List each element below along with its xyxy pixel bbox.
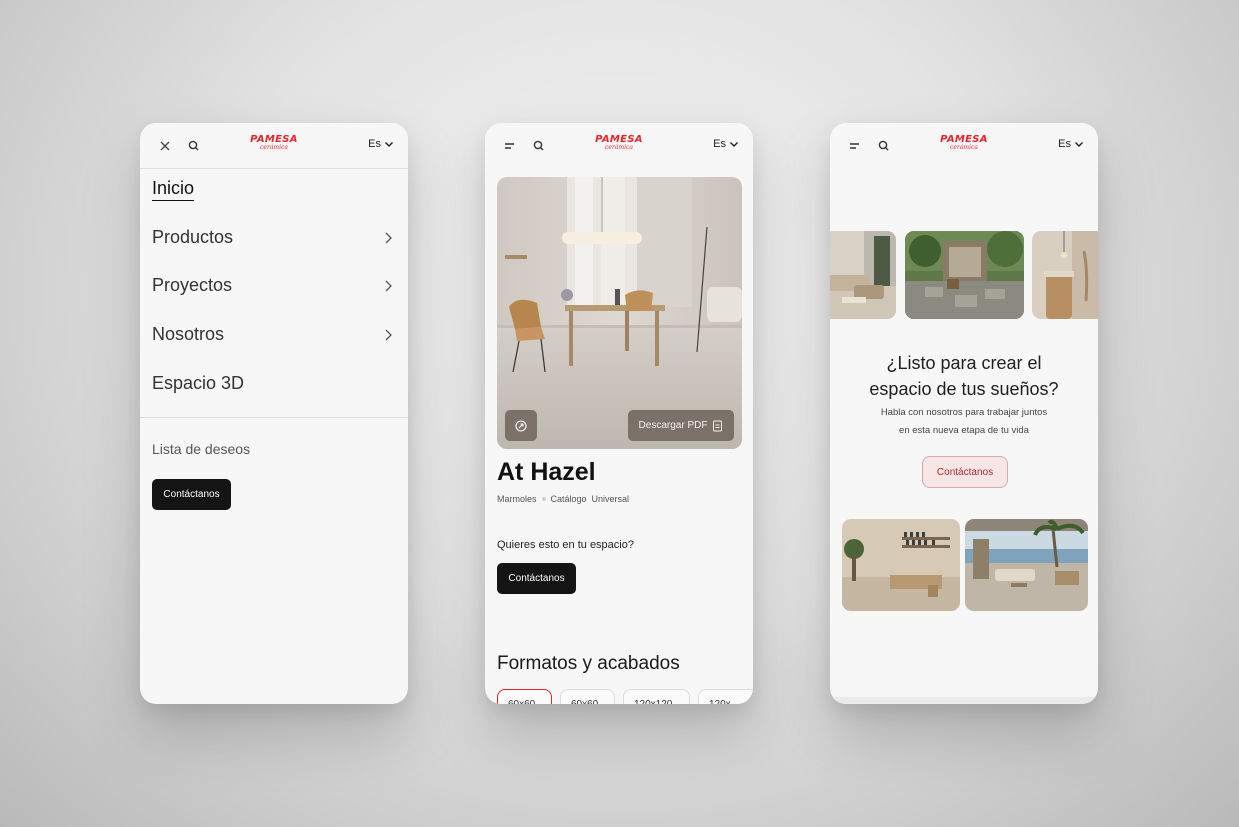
menu-item-label: Proyectos <box>152 275 233 295</box>
menu-item-proyectos[interactable]: Proyectos <box>152 275 394 296</box>
product-title: At Hazel <box>497 458 596 486</box>
chevron-down-icon <box>385 142 393 147</box>
hamburger-menu-icon[interactable] <box>846 137 864 155</box>
breadcrumb-separator <box>541 497 546 501</box>
bathroom-photo <box>1032 231 1098 319</box>
format-chip-label: 60x60 <box>508 699 535 704</box>
document-icon <box>713 420 723 431</box>
menu-item-label: Inicio <box>152 178 195 201</box>
brand-logo[interactable]: PAMESA cerámica <box>940 135 988 151</box>
format-chip[interactable]: 120x120 <box>623 689 690 704</box>
living-room-photo <box>830 231 896 319</box>
format-chip[interactable]: 120x <box>698 689 753 704</box>
menu-item-inicio[interactable]: Inicio <box>152 178 394 201</box>
phone-product-screen: PAMESA cerámica Es Descargar PDF At Haze… <box>485 123 753 704</box>
top-bar: PAMESA cerámica Es <box>830 123 1098 169</box>
language-label: Es <box>368 138 381 150</box>
search-icon[interactable] <box>185 137 203 155</box>
search-icon[interactable] <box>875 137 893 155</box>
header-divider <box>140 168 408 169</box>
wishlist-link[interactable]: Lista de deseos <box>152 441 250 457</box>
search-icon[interactable] <box>530 137 548 155</box>
product-hero-image: Descargar PDF <box>497 177 742 449</box>
contact-button[interactable]: Contáctanos <box>497 563 576 594</box>
menu-item-espacio-3d[interactable]: Espacio 3D <box>152 373 394 394</box>
logo-sub: cerámica <box>260 144 288 151</box>
logo-sub: cerámica <box>950 144 978 151</box>
cta-heading-line1: ¿Listo para crear el <box>886 353 1042 373</box>
phone-menu-screen: PAMESA cerámica Es Inicio Productos Proy… <box>140 123 408 704</box>
expand-image-button[interactable] <box>505 410 537 441</box>
phone-contact-screen: PAMESA cerámica Es ¿Listo para crear el … <box>830 123 1098 704</box>
breadcrumb-item[interactable]: Universal <box>592 494 630 504</box>
brand-logo[interactable]: PAMESA cerámica <box>250 135 298 151</box>
terrace-photo <box>965 519 1088 611</box>
cta-text-line1: Habla con nosotros para trabajar juntos <box>880 407 1048 418</box>
menu-item-label: Espacio 3D <box>152 373 245 393</box>
brand-logo[interactable]: PAMESA cerámica <box>595 135 643 151</box>
download-pdf-label: Descargar PDF <box>638 420 708 431</box>
language-label: Es <box>713 138 726 150</box>
language-selector[interactable]: Es <box>1058 138 1084 150</box>
menu-divider <box>140 417 408 418</box>
format-chip[interactable]: 60x60 <box>497 689 552 704</box>
cta-text-line2: en esta nueva etapa de tu vida <box>899 425 1029 436</box>
menu-item-nosotros[interactable]: Nosotros <box>152 324 394 345</box>
contact-button[interactable]: Contáctanos <box>922 456 1008 488</box>
contact-question: Quieres esto en tu espacio? <box>497 539 634 551</box>
gallery-photo-bathroom[interactable] <box>1032 231 1098 319</box>
expand-icon <box>515 419 527 432</box>
gallery-photo-garden[interactable] <box>905 231 1024 319</box>
chevron-right-icon <box>385 280 392 292</box>
formats-title: Formatos y acabados <box>497 653 680 674</box>
format-chip-label: 120x <box>709 699 731 704</box>
format-chip[interactable]: 60x60 <box>560 689 615 704</box>
menu-item-label: Nosotros <box>152 324 225 344</box>
logo-sub: cerámica <box>605 144 633 151</box>
download-pdf-button[interactable]: Descargar PDF <box>628 410 734 441</box>
format-chip-label: 60x60 <box>571 699 598 704</box>
lobby-photo <box>842 519 960 611</box>
gallery-photo-lobby[interactable] <box>842 519 960 611</box>
language-selector[interactable]: Es <box>713 138 739 150</box>
top-bar: PAMESA cerámica Es <box>140 123 408 169</box>
dining-room-photo <box>497 177 742 449</box>
close-icon[interactable] <box>156 137 174 155</box>
breadcrumb: Marmoles Catálogo Universal <box>497 494 629 504</box>
menu-item-productos[interactable]: Productos <box>152 227 394 248</box>
gallery-photo-living-room[interactable] <box>830 231 896 319</box>
top-bar: PAMESA cerámica Es <box>485 123 753 169</box>
chevron-down-icon <box>730 142 738 147</box>
format-chip-label: 120x120 <box>634 699 672 704</box>
hamburger-menu-icon[interactable] <box>501 137 519 155</box>
chevron-right-icon <box>385 232 392 244</box>
chevron-down-icon <box>1075 142 1083 147</box>
breadcrumb-item[interactable]: Marmoles <box>497 494 537 504</box>
breadcrumb-item[interactable]: Catálogo <box>551 494 587 504</box>
chevron-right-icon <box>385 329 392 341</box>
footer-edge <box>830 697 1098 704</box>
cta-heading-line2: espacio de tus sueños? <box>869 379 1059 399</box>
gallery-photo-terrace[interactable] <box>965 519 1088 611</box>
menu-item-label: Productos <box>152 227 234 247</box>
language-selector[interactable]: Es <box>368 138 394 150</box>
garden-photo <box>905 231 1024 319</box>
contact-button[interactable]: Contáctanos <box>152 479 231 510</box>
language-label: Es <box>1058 138 1071 150</box>
